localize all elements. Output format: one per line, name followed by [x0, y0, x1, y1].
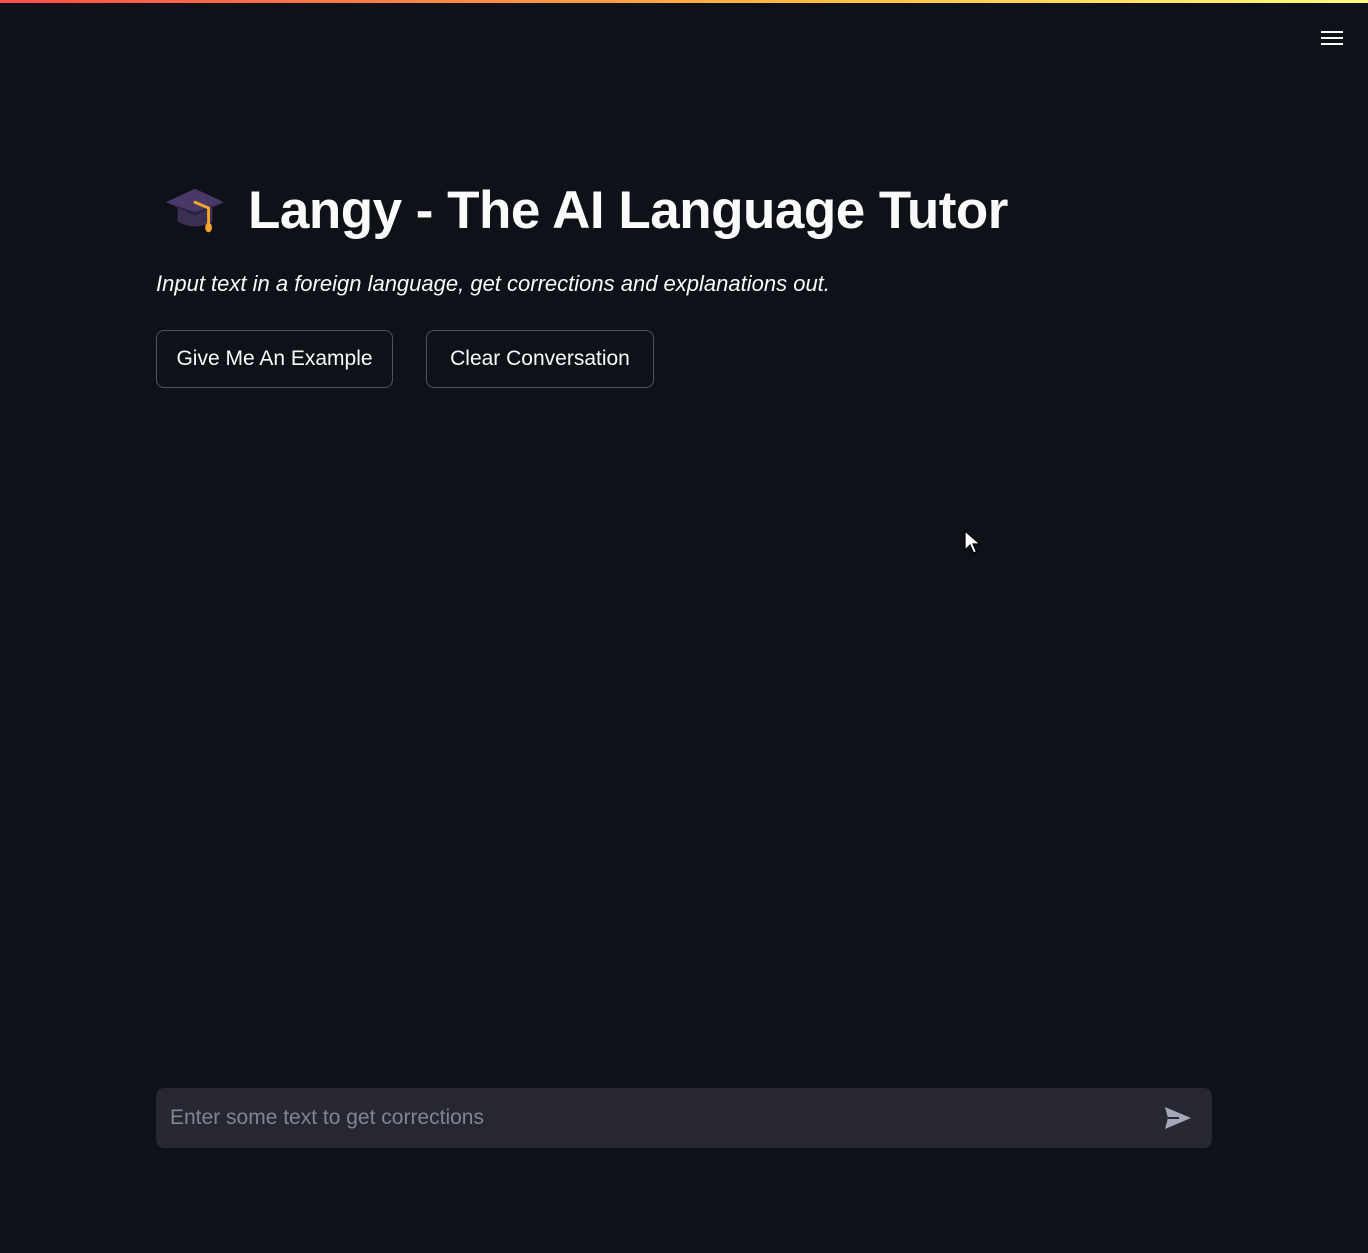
page-subtitle: Input text in a foreign language, get co… [156, 271, 830, 296]
chat-input-container [156, 1088, 1212, 1148]
page-title: Langy - The AI Language Tutor [248, 180, 1008, 240]
main-menu-button[interactable] [1314, 24, 1350, 52]
page-header: Langy - The AI Language Tutor [164, 176, 1008, 244]
send-button[interactable] [1156, 1096, 1200, 1140]
hamburger-menu-icon [1321, 31, 1343, 45]
give-example-button[interactable]: Give Me An Example [156, 330, 393, 388]
chat-input[interactable] [156, 1088, 1156, 1148]
graduation-cap-icon [165, 188, 225, 233]
send-arrow-icon [1165, 1107, 1191, 1129]
main-content: Langy - The AI Language Tutor Input text… [156, 0, 1212, 1253]
clear-conversation-button[interactable]: Clear Conversation [426, 330, 654, 388]
mouse-cursor-icon [964, 530, 982, 554]
